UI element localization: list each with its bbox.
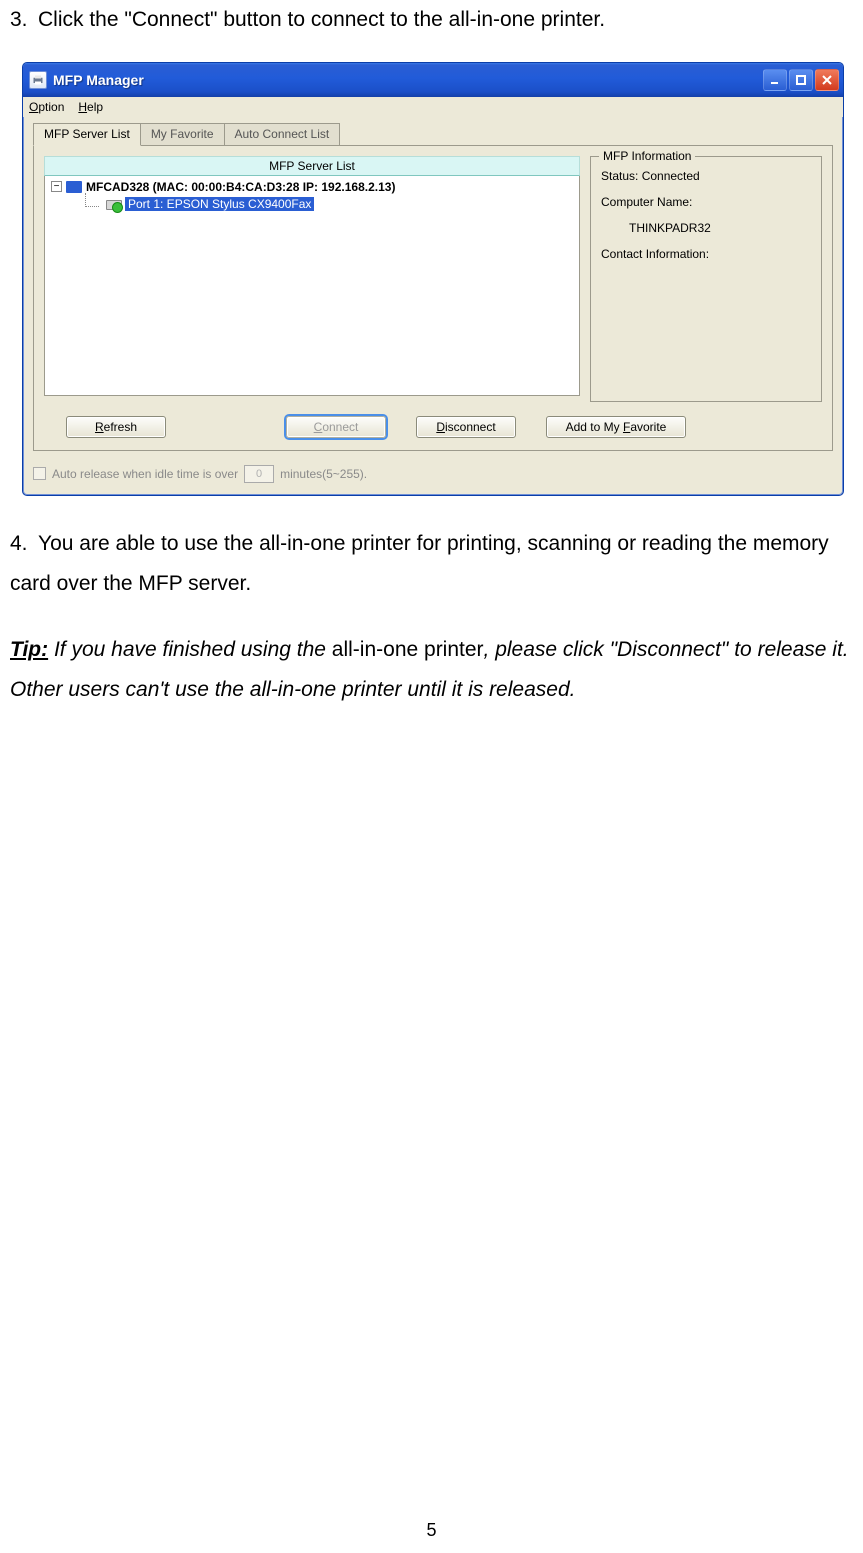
status-value: Connected: [642, 169, 700, 183]
status-label: Status:: [601, 169, 642, 183]
minimize-button[interactable]: [763, 69, 787, 91]
tree-branch-icon: [85, 193, 99, 207]
server-list-body[interactable]: − MFCAD328 (MAC: 00:00:B4:CA:D3:28 IP: 1…: [44, 176, 580, 396]
server-device-icon: [66, 181, 82, 193]
tip-text-nonitalic: all-in-one printer: [332, 638, 484, 661]
refresh-button[interactable]: Refresh: [66, 416, 166, 438]
step-text: Click the "Connect" button to connect to…: [38, 8, 605, 31]
window-title: MFP Manager: [53, 72, 763, 88]
contact-info-label: Contact Information:: [601, 247, 811, 261]
computer-name-label: Computer Name:: [601, 195, 811, 209]
menu-help[interactable]: Help: [78, 100, 103, 114]
tree-child-label: Port 1: EPSON Stylus CX9400Fax: [125, 197, 314, 211]
tree-child-printer[interactable]: Port 1: EPSON Stylus CX9400Fax: [85, 197, 573, 211]
printer-connected-icon: [105, 197, 121, 211]
tab-bar: MFP Server List My Favorite Auto Connect…: [33, 123, 833, 145]
mfp-manager-window: MFP Manager Option Help MFP Server List …: [22, 62, 844, 496]
tip-label: Tip:: [10, 638, 48, 661]
server-list-header: MFP Server List: [44, 156, 580, 176]
auto-release-minutes-input[interactable]: 0: [244, 465, 274, 483]
mfp-info-legend: MFP Information: [599, 149, 695, 163]
computer-name-value: THINKPADR32: [601, 221, 811, 235]
connect-button[interactable]: Connect: [286, 416, 386, 438]
tab-my-favorite[interactable]: My Favorite: [140, 123, 225, 145]
titlebar[interactable]: MFP Manager: [23, 63, 843, 97]
auto-release-checkbox[interactable]: [33, 467, 46, 480]
close-button[interactable]: [815, 69, 839, 91]
tree-collapse-icon[interactable]: −: [51, 181, 62, 192]
step-number: 3.: [10, 0, 38, 40]
tree-root-server[interactable]: − MFCAD328 (MAC: 00:00:B4:CA:D3:28 IP: 1…: [51, 180, 573, 194]
instruction-step-3: 3.Click the "Connect" button to connect …: [10, 0, 853, 40]
tip-paragraph: Tip: If you have finished using the all-…: [10, 630, 853, 710]
auto-release-row: Auto release when idle time is over 0 mi…: [33, 465, 833, 483]
tab-auto-connect-list[interactable]: Auto Connect List: [224, 123, 341, 145]
menu-bar: Option Help: [23, 97, 843, 117]
mfp-information-group: MFP Information Status: Connected Comput…: [590, 156, 822, 402]
tab-panel: MFP Server List − MFCAD328 (MAC: 00:00:B…: [33, 145, 833, 451]
tab-mfp-server-list[interactable]: MFP Server List: [33, 123, 141, 146]
app-printer-icon: [29, 71, 47, 89]
button-row: Refresh Connect Disconnect Add to My Fav…: [66, 416, 822, 438]
maximize-button[interactable]: [789, 69, 813, 91]
disconnect-button[interactable]: Disconnect: [416, 416, 516, 438]
instruction-step-4: 4.You are able to use the all-in-one pri…: [10, 524, 853, 604]
auto-release-label-post: minutes(5~255).: [280, 467, 367, 481]
page-number: 5: [0, 1520, 863, 1541]
tip-text-1: If you have finished using the: [48, 638, 332, 661]
status-line: Status: Connected: [601, 169, 811, 183]
menu-option[interactable]: Option: [29, 100, 64, 114]
tree-root-label: MFCAD328 (MAC: 00:00:B4:CA:D3:28 IP: 192…: [86, 180, 395, 194]
step-number: 4.: [10, 524, 38, 564]
add-favorite-button[interactable]: Add to My Favorite: [546, 416, 686, 438]
server-list-box: MFP Server List − MFCAD328 (MAC: 00:00:B…: [44, 156, 580, 402]
step-text: You are able to use the all-in-one print…: [10, 532, 829, 595]
auto-release-label-pre: Auto release when idle time is over: [52, 467, 238, 481]
